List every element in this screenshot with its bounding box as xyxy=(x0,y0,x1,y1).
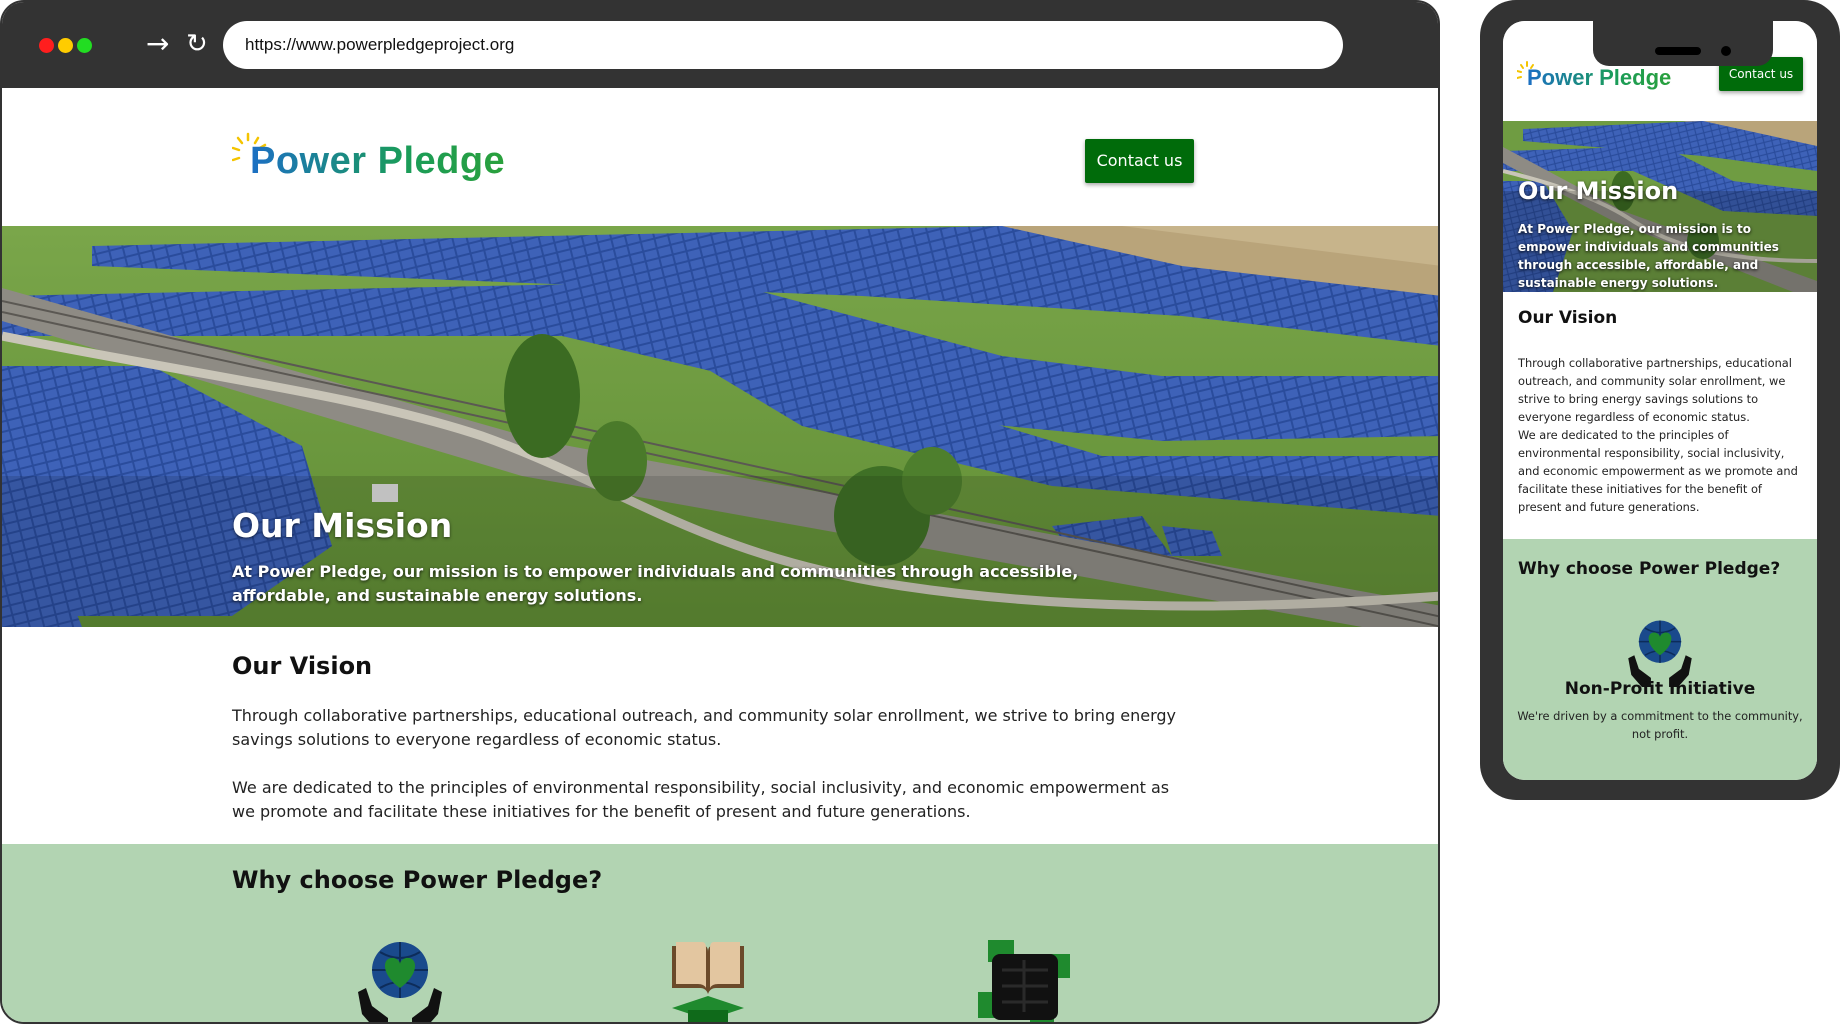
brand-name: Power Pledge xyxy=(250,140,506,182)
reload-icon[interactable]: ↻ xyxy=(186,30,208,58)
mission-hero: Our Mission At Power Pledge, our mission… xyxy=(2,226,1438,627)
contact-us-button[interactable]: Contact us xyxy=(1085,139,1194,183)
browser-toolbar: → ↻ https://www.powerpledgeproject.org xyxy=(2,2,1438,88)
desktop-browser-window: → ↻ https://www.powerpledgeproject.org P… xyxy=(0,0,1440,1024)
why-title: Why choose Power Pledge? xyxy=(232,866,603,894)
mobile-brand-name: Power Pledge xyxy=(1527,65,1672,90)
mobile-why-title: Why choose Power Pledge? xyxy=(1518,559,1781,579)
mobile-vision-title: Our Vision xyxy=(1518,308,1618,328)
mobile-screen: Power Pledge Contact us Our Mission At P… xyxy=(1503,21,1817,780)
vision-paragraph-1: Through collaborative partnerships, educ… xyxy=(232,706,1177,749)
joined-hands-icon xyxy=(978,940,1070,1022)
mobile-device-frame: Power Pledge Contact us Our Mission At P… xyxy=(1480,0,1840,800)
non-profit-initiative-text: We're driven by a commitment to the comm… xyxy=(1517,709,1803,741)
vision-paragraph-2: We are dedicated to the principles of en… xyxy=(232,778,1170,821)
speaker-grille xyxy=(1655,47,1701,55)
phone-notch xyxy=(1593,21,1773,66)
mobile-mission-text: At Power Pledge, our mission is to empow… xyxy=(1518,222,1779,290)
address-bar[interactable]: https://www.powerpledgeproject.org xyxy=(223,21,1343,69)
non-profit-initiative-title: Non-Profit Initiative xyxy=(1564,679,1756,699)
mission-text: At Power Pledge, our mission is to empow… xyxy=(232,562,1079,605)
maximize-window-button[interactable] xyxy=(77,38,92,53)
book-graduation-icon xyxy=(672,942,744,1022)
minimize-window-button[interactable] xyxy=(58,38,73,53)
close-window-button[interactable] xyxy=(39,38,54,53)
mobile-mission-hero: Our Mission At Power Pledge, our mission… xyxy=(1503,121,1817,292)
power-pledge-logo[interactable]: Power Pledge xyxy=(232,132,506,192)
arrow-right-icon[interactable]: → xyxy=(146,30,169,58)
mobile-why-section: Why choose Power Pledge? Non-Profit Init… xyxy=(1503,539,1817,780)
why-section: Why choose Power Pledge? xyxy=(2,844,1438,1022)
camera-icon xyxy=(1721,46,1731,56)
vision-title: Our Vision xyxy=(232,652,373,680)
mobile-mission-title: Our Mission xyxy=(1518,177,1679,205)
mobile-vision-paragraph-1: Through collaborative partnerships, educ… xyxy=(1518,356,1792,424)
mobile-vision-paragraph-2: We are dedicated to the principles of en… xyxy=(1518,428,1798,514)
mobile-vision-section: Our Vision Through collaborative partner… xyxy=(1503,292,1817,539)
globe-heart-hands-icon xyxy=(358,942,442,1022)
mobile-globe-heart-hands-icon xyxy=(1628,620,1692,687)
site-header: Power Pledge Contact us xyxy=(2,88,1438,226)
vision-section: Our Vision Through collaborative partner… xyxy=(2,627,1438,844)
mission-title: Our Mission xyxy=(232,506,453,545)
